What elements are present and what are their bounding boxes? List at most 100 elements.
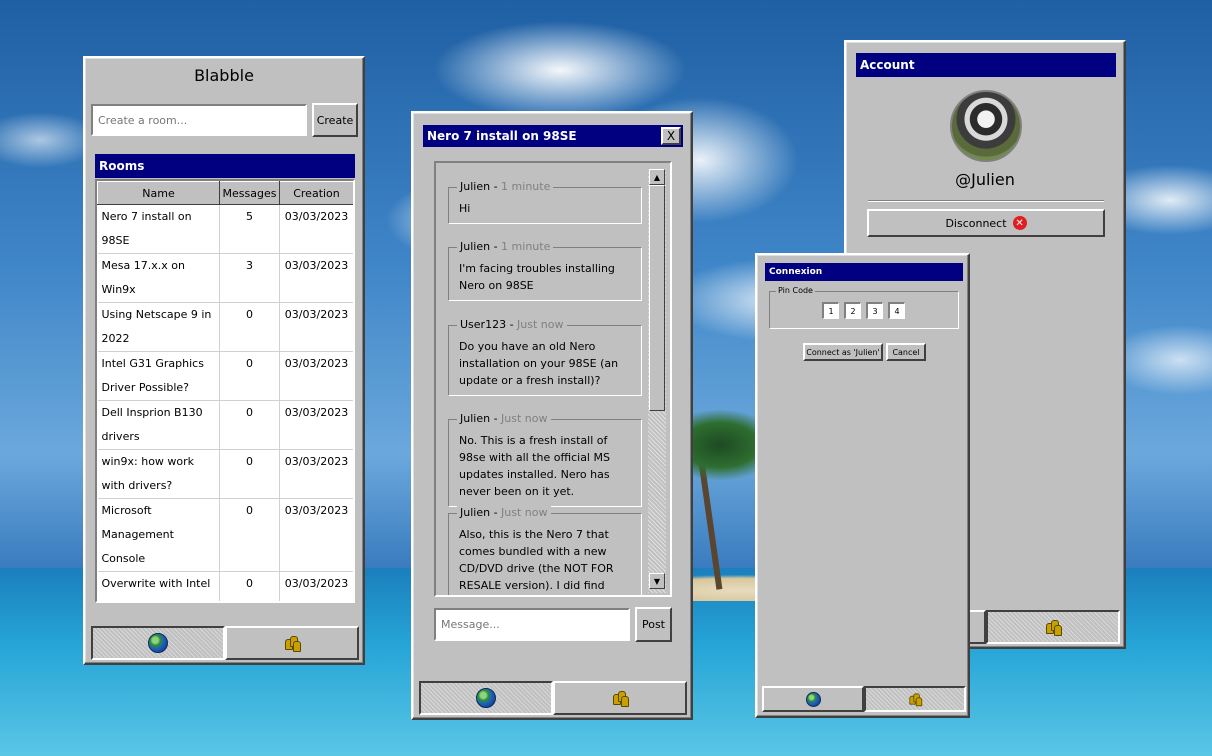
disconnect-label: Disconnect — [945, 216, 1007, 230]
room-creation-cell: 03/03/2023 — [279, 204, 353, 254]
tab-users[interactable] — [225, 626, 359, 660]
scroll-down-arrow[interactable]: ▼ — [649, 573, 665, 589]
close-icon: X — [666, 129, 676, 143]
error-circle-icon: ✕ — [1012, 216, 1027, 230]
create-button[interactable]: Create — [312, 103, 358, 137]
separator — [868, 200, 1104, 202]
table-row[interactable]: Using Netscape 9 in 2022 0 03/03/2023 — [97, 302, 353, 352]
messages-list: Julien - 1 minute Hi Julien - 1 minute I'm … — [436, 163, 650, 595]
room-messages-cell: 5 — [219, 204, 280, 254]
pin-digit-input[interactable]: 4 — [888, 302, 905, 319]
column-header-creation[interactable]: Creation — [279, 181, 353, 205]
tab-rooms[interactable] — [91, 626, 225, 660]
message-header: Julien - Just now — [457, 412, 551, 426]
create-room-placeholder: Create a room... — [98, 113, 188, 127]
message-text: Hi — [459, 202, 471, 215]
chat-message: Julien - Just now No. This is a fresh ins… — [448, 412, 642, 507]
message-author: Julien — [460, 240, 491, 253]
room-messages-cell: 0 — [219, 302, 280, 352]
pin-digit-input[interactable]: 3 — [866, 302, 883, 319]
pin-digit-input[interactable]: 2 — [844, 302, 861, 319]
message-text: No. This is a fresh install of 98se with… — [459, 434, 610, 498]
pin-group-label: Pin Code — [776, 286, 815, 296]
username: @Julien — [955, 170, 1015, 189]
message-author: Julien — [460, 506, 491, 519]
room-creation-cell: 03/03/2023 — [279, 351, 353, 401]
pin-boxes: 1234 — [822, 302, 905, 319]
globe-icon — [148, 633, 168, 653]
rooms-table-frame: Name Messages Creation Nero 7 install on… — [95, 179, 355, 603]
login-title: Connexion — [765, 263, 963, 281]
message-text: I'm facing troubles installing Nero on 9… — [459, 262, 615, 292]
scroll-thumb[interactable] — [649, 185, 665, 411]
room-creation-cell: 03/03/2023 — [279, 400, 353, 450]
globe-icon — [805, 691, 821, 707]
room-name-cell: Dell Insprion B130 drivers — [97, 400, 220, 450]
room-name-cell: Intel G31 Graphics Driver Possible? — [97, 351, 220, 401]
cancel-button[interactable]: Cancel — [886, 343, 926, 361]
people-icon — [1045, 619, 1062, 636]
connect-button[interactable]: Connect as 'Julien' — [803, 343, 883, 361]
messages-scrollbar[interactable]: ▲ ▼ — [648, 169, 666, 593]
message-text: Also, this is the Nero 7 that comes bund… — [459, 528, 614, 592]
chat-title: Nero 7 install on 98SE — [427, 129, 577, 143]
room-creation-cell: 03/03/2023 — [279, 498, 353, 572]
rooms-window: Blabble Create a room... Create Rooms Na… — [83, 56, 365, 665]
room-name-cell: Overwrite with Intel Chipset — [97, 571, 220, 601]
avatar — [950, 90, 1022, 162]
app-title: Blabble — [194, 66, 254, 85]
room-creation-cell: 03/03/2023 — [279, 571, 353, 601]
message-time: 1 minute — [501, 180, 551, 193]
room-messages-cell: 0 — [219, 351, 280, 401]
message-time: Just now — [501, 506, 548, 519]
disconnect-button[interactable]: Disconnect ✕ — [867, 209, 1105, 237]
table-row[interactable]: Overwrite with Intel Chipset003/03/2023 — [97, 571, 353, 601]
chat-message: User123 - Just now Do you have an old Ner… — [448, 318, 642, 396]
message-time: Just now — [517, 318, 564, 331]
message-header: User123 - Just now — [457, 318, 567, 332]
room-messages-cell: 3 — [219, 253, 280, 303]
message-time: Just now — [501, 412, 548, 425]
post-button[interactable]: Post — [635, 607, 672, 642]
room-name-cell: win9x: how work with drivers? — [97, 449, 220, 499]
pin-digit-input[interactable]: 1 — [822, 302, 839, 319]
column-header-messages[interactable]: Messages — [219, 181, 280, 205]
tab-rooms[interactable] — [419, 681, 553, 715]
room-creation-cell: 03/03/2023 — [279, 449, 353, 499]
table-row[interactable]: Microsoft Management Console 0 03/03/2023 — [97, 498, 353, 572]
table-row[interactable]: Intel G31 Graphics Driver Possible? 0 03/0… — [97, 351, 353, 401]
tab-users[interactable] — [864, 686, 966, 712]
room-name-cell: Mesa 17.x.x on Win9x — [97, 253, 220, 303]
chat-window: Nero 7 install on 98SE X Julien - 1 minu… — [411, 111, 693, 720]
table-row[interactable]: win9x: how work with drivers? 0 03/03/2023 — [97, 449, 353, 499]
message-header: Julien - 1 minute — [457, 240, 554, 254]
account-title: Account — [856, 53, 1116, 77]
rooms-table: Name Messages Creation Nero 7 install on… — [97, 181, 353, 601]
messages-frame: Julien - 1 minute Hi Julien - 1 minute I'm … — [434, 161, 672, 597]
table-row[interactable]: Dell Insprion B130 drivers 0 03/03/2023 — [97, 400, 353, 450]
message-input[interactable]: Message... — [434, 608, 630, 641]
room-name-cell: Using Netscape 9 in 2022 — [97, 302, 220, 352]
globe-icon — [476, 688, 496, 708]
room-name-cell: Nero 7 install on 98SE — [97, 204, 220, 254]
room-creation-cell: 03/03/2023 — [279, 253, 353, 303]
scroll-up-arrow[interactable]: ▲ — [649, 169, 665, 185]
room-messages-cell: 0 — [219, 498, 280, 572]
message-time: 1 minute — [501, 240, 551, 253]
create-room-input[interactable]: Create a room... — [91, 104, 307, 136]
chat-message: Julien - 1 minute Hi — [448, 180, 642, 224]
login-window: Connexion Pin Code 1234 Connect as 'Juli… — [755, 253, 970, 718]
column-header-name[interactable]: Name — [97, 181, 220, 205]
pin-group: Pin Code 1234 — [769, 286, 959, 329]
people-icon — [909, 693, 923, 707]
people-icon — [612, 690, 629, 707]
table-row[interactable]: Mesa 17.x.x on Win9x 3 03/03/2023 — [97, 253, 353, 303]
message-text: Do you have an old Nero installation on … — [459, 340, 619, 387]
table-row[interactable]: Nero 7 install on 98SE 5 03/03/2023 — [97, 204, 353, 254]
tab-rooms[interactable] — [762, 686, 864, 712]
tab-users[interactable] — [553, 681, 687, 715]
close-button[interactable]: X — [661, 127, 681, 145]
message-header: Julien - Just now — [457, 506, 551, 520]
room-name-cell: Microsoft Management Console — [97, 498, 220, 572]
tab-users[interactable] — [986, 610, 1120, 644]
